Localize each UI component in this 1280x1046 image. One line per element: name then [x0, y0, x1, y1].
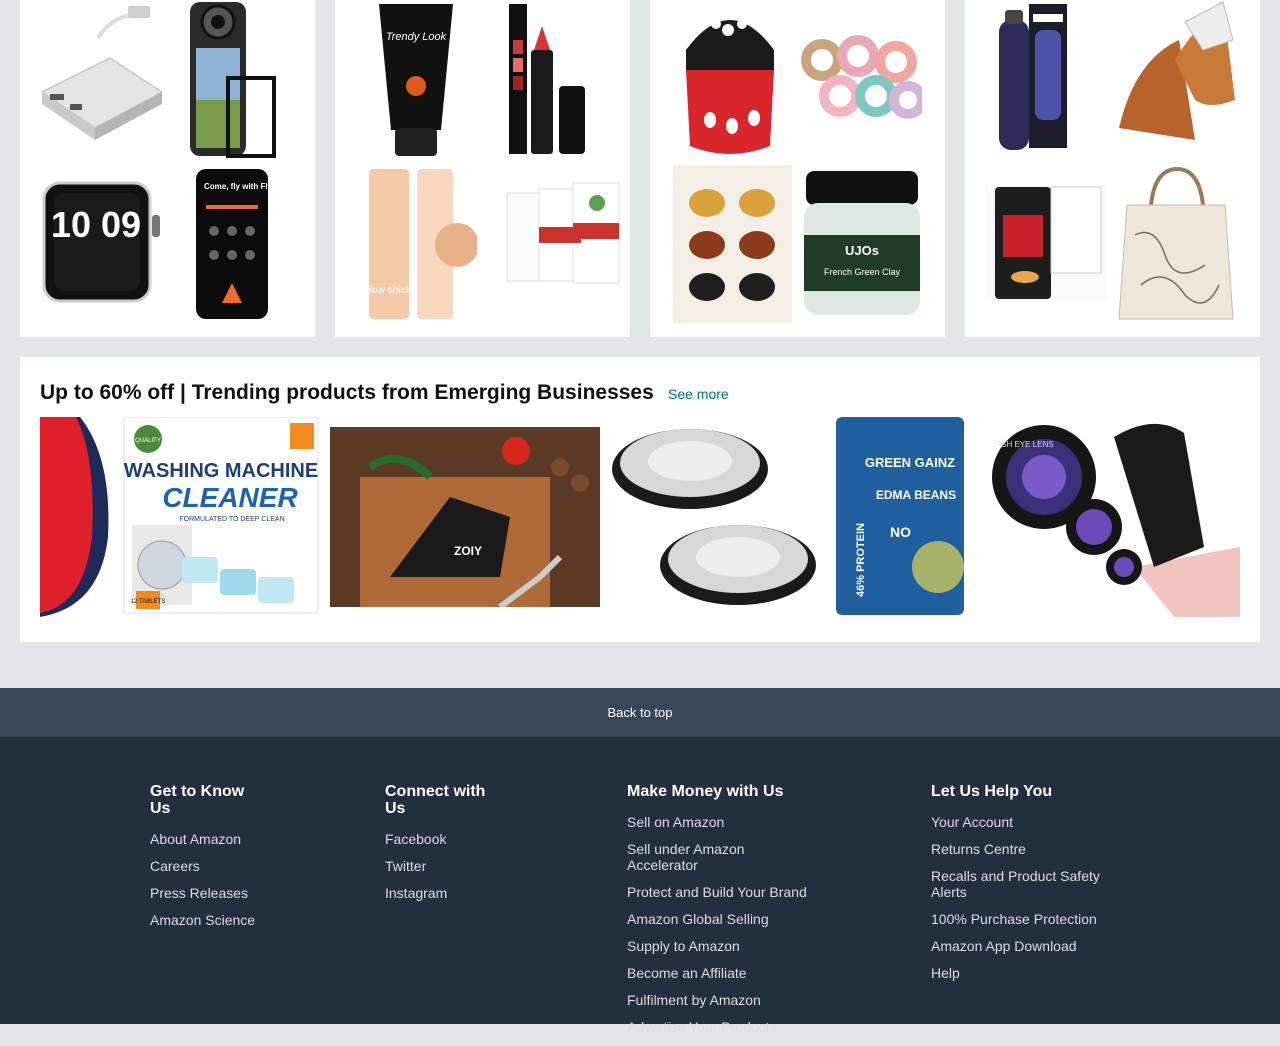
footer-link-returns-centre[interactable]: Returns Centre: [931, 841, 1121, 857]
gel-brand: Trendy Look: [386, 31, 447, 43]
product-sponge-holder[interactable]: [670, 0, 792, 158]
product-glow-shield-cream[interactable]: glow shield: [355, 165, 477, 323]
footer-column-make-money: Make Money with Us Sell on Amazon Sell u…: [627, 783, 817, 1046]
carousel-item-edma-beans[interactable]: GREEN GAINZ EDMA BEANS 46% PROTEIN NO: [834, 417, 966, 617]
footer-link-help[interactable]: Help: [931, 965, 1121, 981]
carousel-item-red-device[interactable]: [40, 417, 112, 617]
category-card-beauty: Trendy Look glow shield: [335, 0, 630, 337]
carousel-item-pet-bowls[interactable]: [610, 417, 820, 617]
product-lipstick[interactable]: [503, 0, 625, 158]
footer-link-your-account[interactable]: Your Account: [931, 814, 1121, 830]
footer-column-help: Let Us Help You Your Account Returns Cen…: [931, 783, 1121, 992]
footer-link-purchase-protection[interactable]: 100% Purchase Protection: [931, 911, 1121, 927]
beans-protein: 46% PROTEIN: [855, 523, 867, 597]
back-to-top-button[interactable]: Back to top: [0, 688, 1280, 737]
footer-link-fulfilment[interactable]: Fulfilment by Amazon: [627, 992, 817, 1008]
footer-link-about-amazon[interactable]: About Amazon: [150, 831, 260, 847]
product-hair-claws[interactable]: [673, 165, 792, 323]
carousel-item-phone-lens-kit[interactable]: FISH EYE LENS: [984, 417, 1240, 617]
cleaner-badge: QUALITY: [135, 438, 161, 444]
footer-link-instagram[interactable]: Instagram: [385, 885, 500, 901]
cleaner-line2: CLEANER: [162, 482, 298, 513]
footer-link-sell-on-amazon[interactable]: Sell on Amazon: [627, 814, 817, 830]
beans-brand: GREEN GAINZ: [865, 455, 955, 470]
footer-column-get-to-know-us: Get to Know Us About Amazon Careers Pres…: [150, 783, 260, 939]
watch-digits: 10 09: [51, 204, 141, 245]
category-cards-row: 10 09 Come, fly with Flyeah Trendy Look: [20, 0, 1260, 337]
clay-brand: UJOs: [845, 243, 879, 258]
footer-column-title: Make Money with Us: [627, 783, 784, 800]
sharpener-brand: ZOIY: [454, 544, 482, 558]
product-smart-bottle[interactable]: [985, 0, 1107, 158]
footer-link-advertise[interactable]: Advertise Your Products: [627, 1019, 817, 1035]
footer-link-global-selling[interactable]: Amazon Global Selling: [627, 911, 817, 927]
category-card-electronics: 10 09 Come, fly with Flyeah: [20, 0, 315, 337]
product-scrunchies[interactable]: [800, 0, 922, 158]
footer-link-twitter[interactable]: Twitter: [385, 858, 500, 874]
footer-column-title: Let Us Help You: [931, 783, 1053, 800]
product-carousel: QUALITY WASHING MACHINE CLEANER FORMULAT…: [40, 417, 1240, 617]
trending-section-title: Up to 60% off | Trending products from E…: [40, 381, 654, 404]
product-water-dispenser[interactable]: [985, 165, 1107, 323]
footer-link-amazon-accelerator[interactable]: Sell under Amazon Accelerator: [627, 841, 777, 873]
footer-link-facebook[interactable]: Facebook: [385, 831, 500, 847]
see-more-link[interactable]: See more: [668, 386, 729, 402]
product-action-camera[interactable]: [188, 0, 310, 158]
product-gel-tube[interactable]: Trendy Look: [355, 0, 477, 158]
footer-link-amazon-science[interactable]: Amazon Science: [150, 912, 260, 928]
footer-column-title: Connect with Us: [385, 783, 486, 817]
cleaner-line1: WASHING MACHINE: [124, 460, 318, 482]
footer-link-protect-brand[interactable]: Protect and Build Your Brand: [627, 884, 817, 900]
footer-link-supply-to-amazon[interactable]: Supply to Amazon: [627, 938, 817, 954]
footer-link-recalls[interactable]: Recalls and Product Safety Alerts: [931, 868, 1106, 900]
category-card-home: [965, 0, 1260, 337]
footer-link-careers[interactable]: Careers: [150, 858, 260, 874]
category-card-accessories: UJOs French Green Clay: [650, 0, 945, 337]
footer-link-app-download[interactable]: Amazon App Download: [931, 938, 1121, 954]
cream-label: glow shield: [364, 285, 413, 296]
product-face-pack[interactable]: [503, 165, 625, 323]
footer-link-press-releases[interactable]: Press Releases: [150, 885, 260, 901]
cleaner-count: 12 TABLETS: [131, 599, 165, 605]
clay-name: French Green Clay: [824, 267, 901, 277]
product-green-clay[interactable]: UJOs French Green Clay: [800, 165, 922, 323]
cleaner-subtitle: FORMULATED TO DEEP CLEAN: [179, 516, 284, 523]
phone-slogan: Come, fly with Flyeah: [204, 182, 286, 191]
product-phone-case[interactable]: Come, fly with Flyeah: [188, 165, 310, 323]
footer-column-connect-with-us: Connect with Us Facebook Twitter Instagr…: [385, 783, 500, 912]
beans-no: NO: [890, 524, 911, 540]
footer-column-title: Get to Know Us: [150, 783, 245, 817]
trending-products-section: Up to 60% off | Trending products from E…: [20, 357, 1260, 642]
footer: Get to Know Us About Amazon Careers Pres…: [0, 737, 1280, 1035]
carousel-item-washing-machine-cleaner[interactable]: QUALITY WASHING MACHINE CLEANER FORMULAT…: [122, 417, 320, 617]
carousel-item-knife-sharpener[interactable]: ZOIY: [330, 427, 600, 607]
product-watch-case[interactable]: 10 09: [40, 165, 162, 323]
beans-name: EDMA BEANS: [876, 488, 956, 502]
footer-link-become-affiliate[interactable]: Become an Affiliate: [627, 965, 817, 981]
product-usb-adapter[interactable]: [40, 0, 162, 158]
product-wooden-knife[interactable]: [1115, 0, 1237, 158]
lens-label: FISH EYE LENS: [994, 440, 1054, 449]
product-tote-bag[interactable]: [1115, 165, 1237, 323]
